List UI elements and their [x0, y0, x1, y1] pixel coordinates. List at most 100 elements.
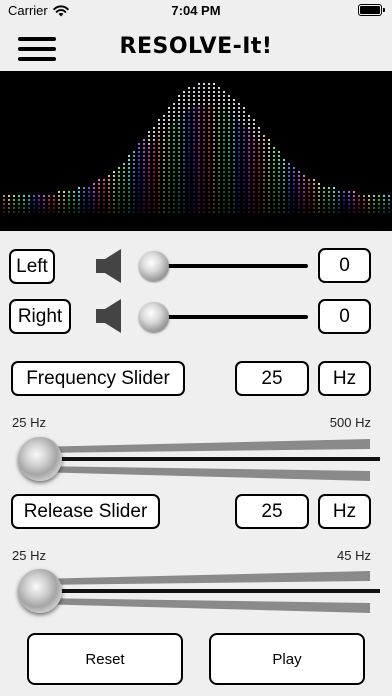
right-channel-button[interactable]: Right [9, 299, 71, 334]
release-slider-track[interactable] [14, 565, 380, 615]
visualizer-dot [203, 171, 205, 173]
visualizer-dot [173, 203, 175, 205]
right-volume-slider-thumb[interactable] [139, 302, 169, 332]
visualizer-dot [343, 191, 345, 193]
visualizer-dot [93, 187, 95, 189]
visualizer-dot [168, 155, 170, 157]
visualizer-dot [158, 123, 160, 125]
visualizer-dot [213, 91, 215, 93]
visualizer-dot [188, 183, 190, 185]
visualizer-dot [53, 203, 55, 205]
visualizer-dot [148, 155, 150, 157]
visualizer-dot [263, 151, 265, 153]
visualizer-dot [158, 147, 160, 149]
visualizer-dot [203, 143, 205, 145]
visualizer-dot [233, 115, 235, 117]
visualizer-dot [248, 139, 250, 141]
visualizer-dot [243, 163, 245, 165]
visualizer-dot [208, 159, 210, 161]
visualizer-dot [163, 131, 165, 133]
frequency-slider-track[interactable] [14, 435, 380, 485]
visualizer-dot [263, 187, 265, 189]
left-volume-track[interactable] [150, 264, 308, 268]
visualizer-dot [158, 187, 160, 189]
visualizer-dot [363, 203, 365, 205]
visualizer-dot [98, 191, 100, 193]
visualizer-dot [118, 175, 120, 177]
visualizer-dot [303, 187, 305, 189]
visualizer-dot [263, 135, 265, 137]
visualizer-dot [108, 191, 110, 193]
visualizer-dot [218, 119, 220, 121]
visualizer-dot [343, 199, 345, 201]
visualizer-dot [168, 159, 170, 161]
visualizer-dot [133, 175, 135, 177]
visualizer-dot [158, 171, 160, 173]
visualizer-dot [23, 211, 25, 213]
visualizer-dot [273, 159, 275, 161]
visualizer-dot [248, 131, 250, 133]
visualizer-dot [178, 167, 180, 169]
visualizer-dot [73, 191, 75, 193]
visualizer-dot [263, 147, 265, 149]
visualizer-dot [218, 191, 220, 193]
visualizer-dot [328, 187, 330, 189]
visualizer-dot [253, 123, 255, 125]
visualizer-dot [323, 195, 325, 197]
release-slider[interactable] [14, 565, 380, 615]
release-slider-thumb[interactable] [18, 569, 62, 613]
visualizer-dot [353, 199, 355, 201]
frequency-slider-button[interactable]: Frequency Slider [11, 361, 185, 396]
visualizer-dot [268, 183, 270, 185]
visualizer-dot [273, 171, 275, 173]
visualizer-dot [193, 163, 195, 165]
visualizer-dot [198, 195, 200, 197]
visualizer-dot [213, 115, 215, 117]
visualizer-dot [193, 175, 195, 177]
visualizer-dot [198, 123, 200, 125]
visualizer-dot [128, 195, 130, 197]
visualizer-dot [233, 159, 235, 161]
frequency-slider[interactable] [14, 435, 380, 485]
visualizer-dot [93, 191, 95, 193]
visualizer-dot [228, 131, 230, 133]
left-volume-slider-thumb[interactable] [139, 251, 169, 281]
visualizer-dot [178, 99, 180, 101]
visualizer-dot [178, 111, 180, 113]
release-slider-button[interactable]: Release Slider [11, 494, 160, 529]
visualizer-dot [168, 203, 170, 205]
visualizer-dot [23, 199, 25, 201]
visualizer-dot [203, 191, 205, 193]
visualizer-dot [53, 199, 55, 201]
visualizer-dot [198, 199, 200, 201]
visualizer-dot [288, 163, 290, 165]
visualizer-dot [178, 183, 180, 185]
right-volume-track[interactable] [150, 315, 308, 319]
visualizer-dot [263, 199, 265, 201]
visualizer-dot [228, 147, 230, 149]
visualizer-dot [143, 151, 145, 153]
visualizer-dot [43, 195, 45, 197]
visualizer-dot [253, 211, 255, 213]
visualizer-dot [223, 199, 225, 201]
visualizer-dot [218, 123, 220, 125]
visualizer-dot [343, 207, 345, 209]
visualizer-dot [173, 167, 175, 169]
visualizer-dot [263, 139, 265, 141]
visualizer-dot [258, 155, 260, 157]
visualizer-dot [143, 191, 145, 193]
frequency-slider-thumb[interactable] [18, 437, 62, 481]
left-channel-button[interactable]: Left [9, 249, 55, 284]
visualizer-dot [368, 207, 370, 209]
visualizer-dot [203, 111, 205, 113]
visualizer-dot [213, 119, 215, 121]
reset-button-label: Reset [85, 650, 125, 668]
visualizer-dot [108, 187, 110, 189]
reset-button[interactable]: Reset [27, 633, 183, 685]
play-button[interactable]: Play [209, 633, 365, 685]
visualizer-dot [253, 143, 255, 145]
visualizer-dot [223, 187, 225, 189]
visualizer-dot [293, 211, 295, 213]
visualizer-dot [228, 203, 230, 205]
visualizer-dot [283, 195, 285, 197]
